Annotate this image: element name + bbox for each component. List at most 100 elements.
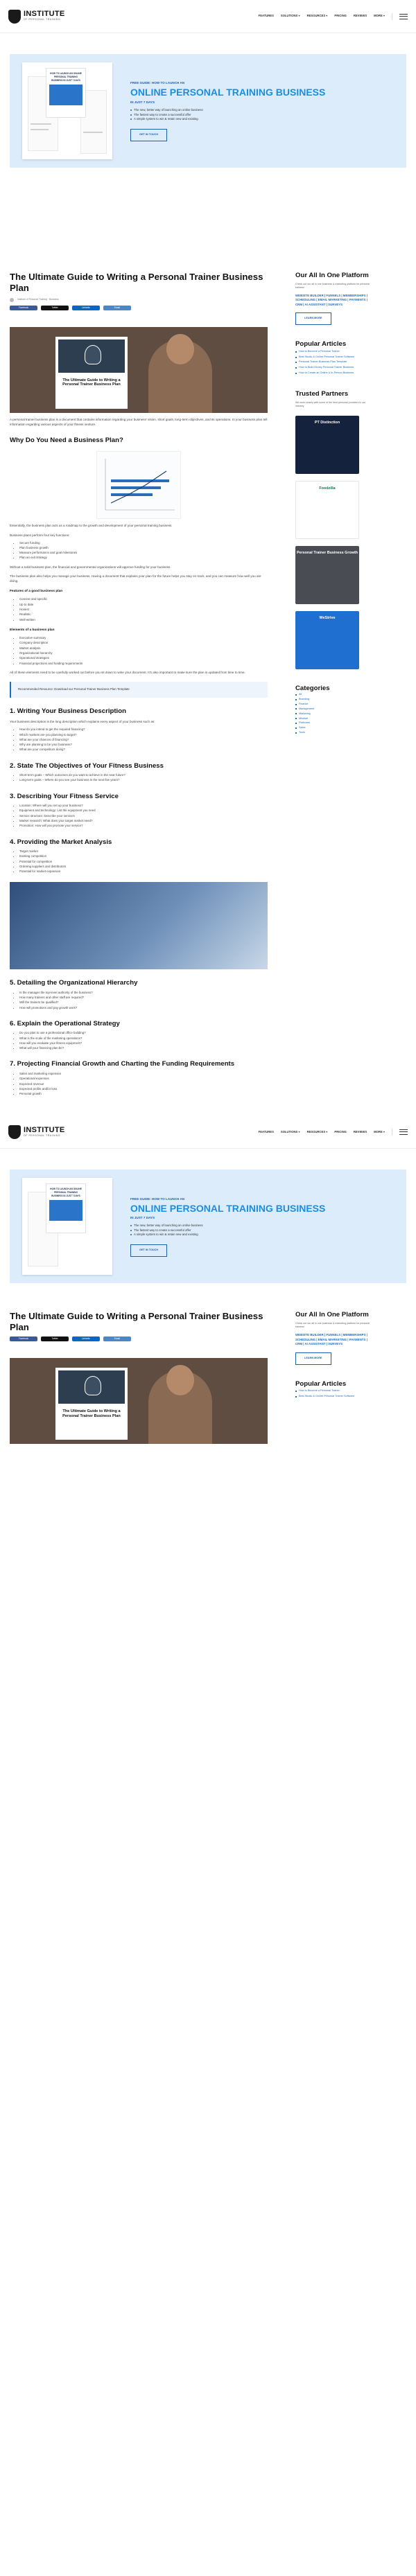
article-title: The Ultimate Guide to Writing a Personal… xyxy=(10,1311,263,1333)
subheading: Elements of a business plan xyxy=(10,628,55,632)
share-bar: Facebook Twitter LinkedIn Email xyxy=(10,305,268,310)
market-list: Target market Existing competition Poten… xyxy=(19,849,268,874)
trainer-photo xyxy=(148,1364,212,1444)
nav-more[interactable]: MORE ▾ xyxy=(374,1130,385,1135)
get-in-touch-button[interactable]: GET IN TOUCH xyxy=(130,128,168,141)
learn-more-button[interactable]: LEARN MORE xyxy=(295,1352,331,1365)
share-linkedin-button[interactable]: LinkedIn xyxy=(72,1336,100,1341)
learn-more-button[interactable]: LEARN MORE xyxy=(295,312,331,326)
ebook-cover: HOW TO LAUNCH AN ONLINE PERSONAL TRAININ… xyxy=(46,68,86,118)
menu-icon[interactable] xyxy=(399,13,408,19)
list-item: What are your competitors doing? xyxy=(19,747,268,752)
nav-reviews[interactable]: REVIEWS xyxy=(354,1130,367,1135)
list-item: Executive summary xyxy=(19,635,268,640)
list-item: Plan an exit strategy xyxy=(19,555,268,560)
partner-name: Personal Trainer Business Growth xyxy=(296,550,358,555)
banner-bullet: The new, better way of launching an onli… xyxy=(130,1224,325,1228)
ebook-line xyxy=(83,132,103,133)
category-link[interactable]: All xyxy=(295,692,372,697)
popular-link[interactable]: Best Studio & Online Personal Trainer So… xyxy=(295,1395,372,1399)
popular-list: How to Become a Personal Trainer Best St… xyxy=(295,1389,372,1398)
chart-bar xyxy=(111,479,169,483)
popular-link[interactable]: How to Create an Online & In-Person Busi… xyxy=(295,371,372,376)
share-twitter-button[interactable]: Twitter xyxy=(41,305,69,310)
nav-resources[interactable]: RESOURCES ▾ xyxy=(307,14,328,19)
list-item: How many trainers and other staff are re… xyxy=(19,995,268,1000)
partner-ad-westrive[interactable]: WeStrive xyxy=(295,610,359,669)
nav-features[interactable]: FEATURES xyxy=(259,14,274,19)
partner-ad-pt-distinction[interactable]: PT Distinction xyxy=(295,415,359,474)
nav-features[interactable]: FEATURES xyxy=(259,1130,274,1135)
category-link[interactable]: Platforms xyxy=(295,721,372,725)
popular-link[interactable]: How to Build Money Personal Trainer Busi… xyxy=(295,366,372,370)
category-link[interactable]: Sales xyxy=(295,725,372,730)
article-byline: Institute of Personal Training · Busines… xyxy=(17,298,59,301)
partners-title: Trusted Partners xyxy=(295,390,349,398)
get-in-touch-button[interactable]: GET IN TOUCH xyxy=(130,1244,168,1258)
list-item: Short-term goals – Which outcomes do you… xyxy=(19,773,268,777)
nav-more[interactable]: MORE ▾ xyxy=(374,14,385,19)
list-item: Will the trainers be qualified? xyxy=(19,1000,268,1005)
menu-icon[interactable] xyxy=(399,1129,408,1135)
popular-link[interactable]: How to Become a Personal Trainer xyxy=(295,350,372,354)
site-logo[interactable]: INSTITUTE OF PERSONAL TRAINING xyxy=(8,9,65,24)
service-list: Location: Where will you set up your bus… xyxy=(19,803,268,828)
list-item: How will promotions and pay growth work? xyxy=(19,1005,268,1010)
share-linkedin-button[interactable]: LinkedIn xyxy=(72,305,100,310)
platform-title: Our All In One Platform xyxy=(295,1311,369,1319)
partner-ad-business-growth[interactable]: Personal Trainer Business Growth xyxy=(295,545,359,604)
operations-list: Do you plan to use a professional office… xyxy=(19,1030,268,1050)
featured-image: The Ultimate Guide to Writing a Personal… xyxy=(10,326,268,413)
banner-subtitle: IN JUST 7 DAYS xyxy=(130,100,155,104)
content-area: The Ultimate Guide to Writing a Personal… xyxy=(0,1311,416,1444)
subheading: Features of a good business plan xyxy=(10,590,63,594)
nav-solutions[interactable]: SOLUTIONS ▾ xyxy=(281,14,300,19)
nav-solutions[interactable]: SOLUTIONS ▾ xyxy=(281,1130,300,1135)
list-item: Location: Where will you set up your bus… xyxy=(19,803,268,808)
logo-badge-icon xyxy=(8,9,21,24)
popular-title: Popular Articles xyxy=(295,340,347,349)
section-heading: 6. Explain the Operational Strategy xyxy=(10,1019,120,1027)
featured-logo-icon xyxy=(58,1370,125,1404)
paragraph: All of these elements need to be careful… xyxy=(10,670,245,674)
ebook-cover-title: HOW TO LAUNCH AN ONLINE PERSONAL TRAININ… xyxy=(50,1188,82,1198)
category-link[interactable]: Management xyxy=(295,707,372,712)
share-twitter-button[interactable]: Twitter xyxy=(41,1336,69,1341)
share-email-button[interactable]: Email xyxy=(103,1336,131,1341)
list-item: Measure performance and goal milestones xyxy=(19,550,268,555)
popular-link[interactable]: How to Become a Personal Trainer xyxy=(295,1389,372,1393)
share-facebook-button[interactable]: Facebook xyxy=(10,1336,37,1341)
nav-resources[interactable]: RESOURCES ▾ xyxy=(307,1130,328,1135)
share-bar: Facebook Twitter LinkedIn Email xyxy=(10,1336,268,1341)
article-intro: A personal trainer business plan is a do… xyxy=(10,417,268,426)
banner-copy: FREE GUIDE: HOW TO LAUNCH AN ONLINE PERS… xyxy=(130,80,325,141)
category-link[interactable]: Finance xyxy=(295,702,372,707)
category-link[interactable]: Marketing xyxy=(295,712,372,716)
list-item: Target market xyxy=(19,849,268,854)
category-link[interactable]: Branding xyxy=(295,697,372,702)
recommended-resource-callout[interactable]: Recommended Resource: Download our Perso… xyxy=(10,681,268,698)
nav-pricing[interactable]: PRICING xyxy=(334,1130,346,1135)
partner-ad-foodzilla[interactable]: Foodzilla xyxy=(295,480,359,539)
list-item: How do you intend to get the required fi… xyxy=(19,727,268,732)
nav-pricing[interactable]: PRICING xyxy=(334,14,346,19)
category-link[interactable]: Mindset xyxy=(295,716,372,721)
featured-logo-icon xyxy=(58,339,125,373)
share-email-button[interactable]: Email xyxy=(103,305,131,310)
categories-title: Categories xyxy=(295,684,330,692)
list-item: Service structure: Describe your service… xyxy=(19,813,268,818)
platform-features: WEBSITE BUILDER | FUNNELS | MEMBERSHIPS … xyxy=(295,1332,367,1346)
site-logo[interactable]: INSTITUTE OF PERSONAL TRAINING xyxy=(8,1124,65,1139)
popular-link[interactable]: Best Studio & Online Personal Trainer So… xyxy=(295,355,372,360)
banner-bullet: The new, better way of launching an onli… xyxy=(130,108,325,113)
chart-bar xyxy=(111,486,161,490)
category-link[interactable]: Tools xyxy=(295,730,372,735)
popular-link[interactable]: Personal Trainer Business Plan Template xyxy=(295,360,372,364)
banner-bullet: A simple system to win & retain new and … xyxy=(130,1233,325,1237)
nav-reviews[interactable]: REVIEWS xyxy=(354,14,367,19)
list-item: Equipment and technology: List the equip… xyxy=(19,808,268,813)
share-facebook-button[interactable]: Facebook xyxy=(10,305,37,310)
chart-bar xyxy=(111,493,153,497)
banner-title: ONLINE PERSONAL TRAINING BUSINESS xyxy=(130,1202,326,1214)
list-item: Operational expenses xyxy=(19,1076,268,1081)
